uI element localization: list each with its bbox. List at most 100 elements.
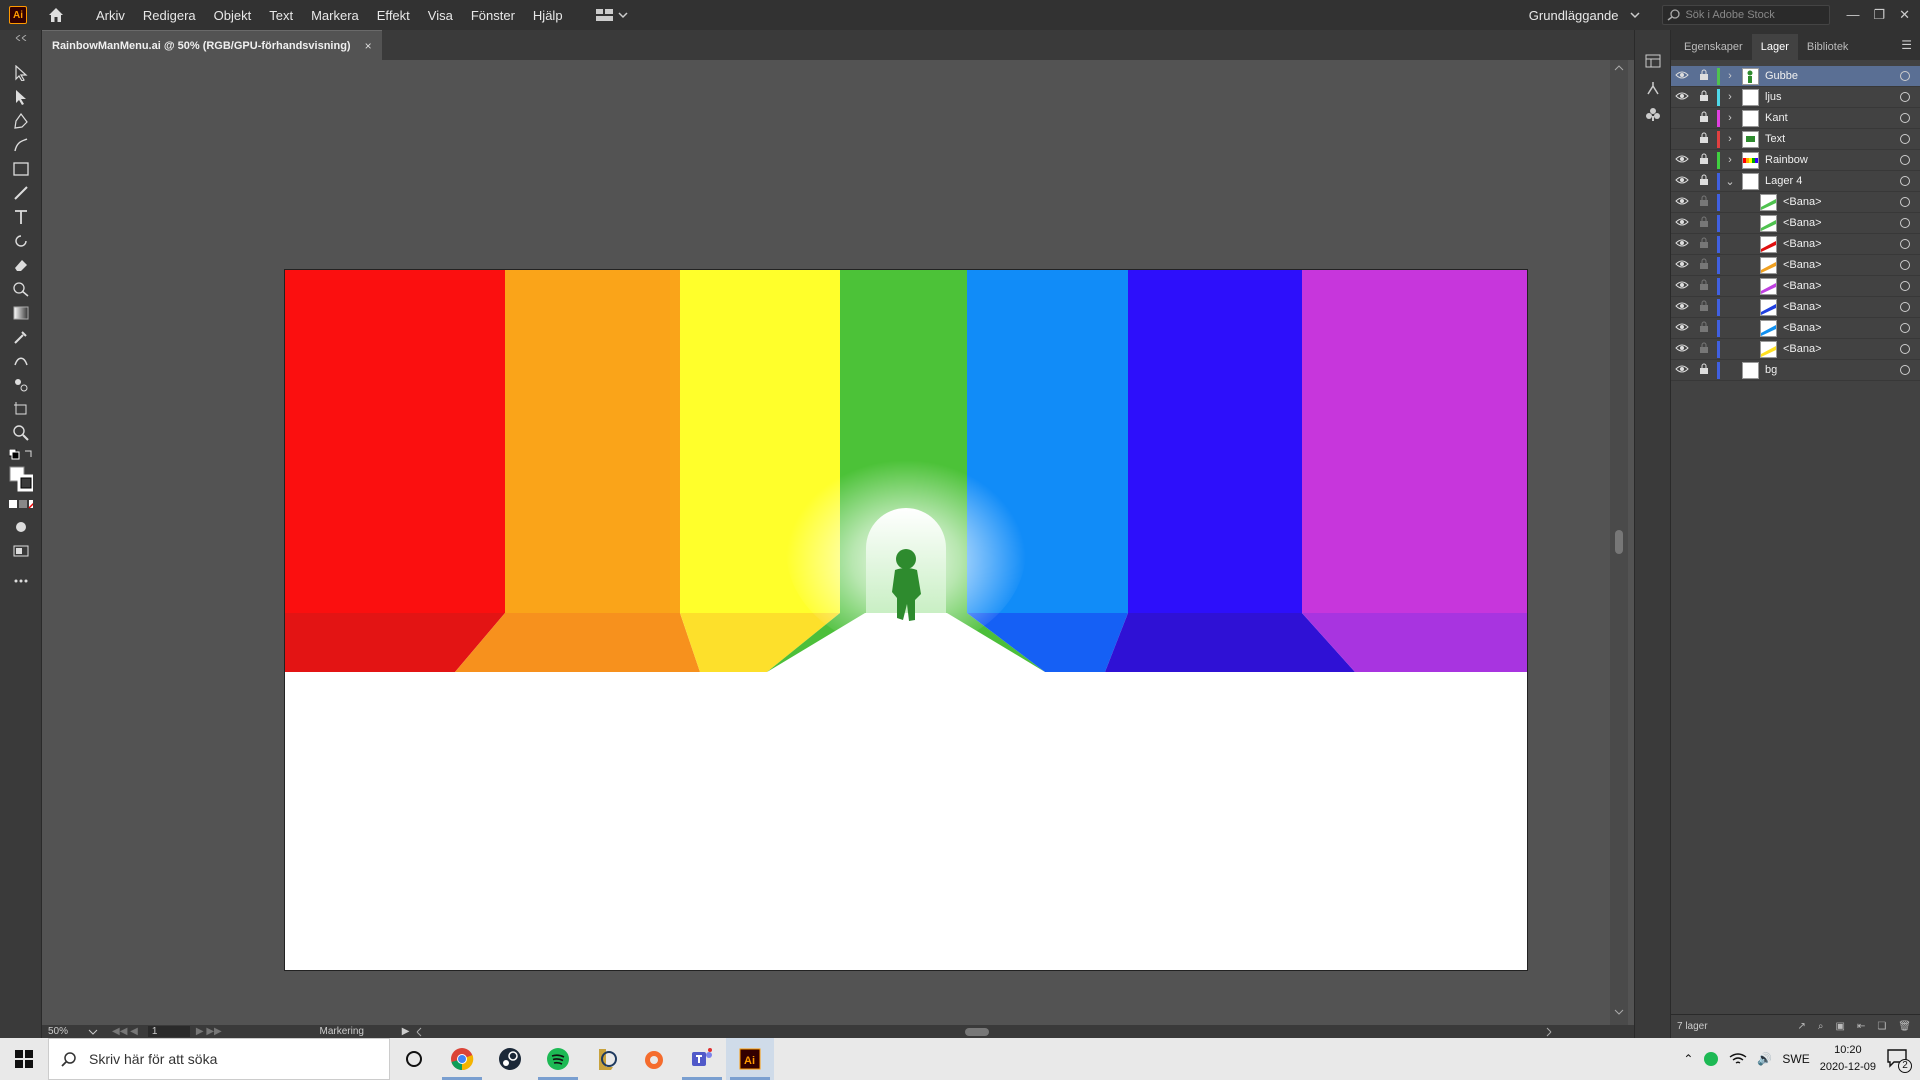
zoom-level[interactable]: 50%: [48, 1026, 88, 1037]
sublayer-name[interactable]: <Bana>: [1783, 301, 1822, 313]
more-tools-icon[interactable]: [9, 570, 33, 592]
workspace-switcher[interactable]: Grundläggande: [1529, 8, 1619, 23]
target-circle-icon[interactable]: [1900, 176, 1910, 186]
lock-icon[interactable]: [1693, 258, 1715, 272]
target-circle-icon[interactable]: [1900, 281, 1910, 291]
visibility-eye-icon[interactable]: [1671, 238, 1693, 251]
layer-row-kant[interactable]: › Kant: [1671, 108, 1920, 129]
new-sublayer-icon[interactable]: ⇤: [1857, 1021, 1865, 1032]
menu-arkiv[interactable]: Arkiv: [87, 8, 134, 23]
layer-row-bg[interactable]: bg: [1671, 360, 1920, 381]
wifi-icon[interactable]: [1729, 1052, 1747, 1066]
type-tool-icon[interactable]: [9, 206, 33, 228]
target-circle-icon[interactable]: [1900, 113, 1910, 123]
blend-tool-icon[interactable]: [9, 350, 33, 372]
selection-tool-icon[interactable]: [9, 62, 33, 84]
tab-lager[interactable]: Lager: [1751, 34, 1798, 60]
spotify-icon[interactable]: [534, 1038, 582, 1080]
chevron-down-icon[interactable]: ⌄: [1720, 175, 1740, 188]
layer-name[interactable]: Gubbe: [1765, 70, 1798, 82]
menu-text[interactable]: Text: [260, 8, 302, 23]
menu-objekt[interactable]: Objekt: [205, 8, 261, 23]
chevron-right-icon[interactable]: ›: [1720, 133, 1740, 145]
close-tab-button[interactable]: ×: [365, 39, 372, 53]
visibility-eye-icon[interactable]: [1671, 364, 1693, 377]
chevron-right-icon[interactable]: ›: [1720, 112, 1740, 124]
layer-name[interactable]: Kant: [1765, 112, 1788, 124]
panel-menu-icon[interactable]: ☰: [1901, 38, 1912, 52]
direct-selection-tool-icon[interactable]: [9, 86, 33, 108]
document-tab[interactable]: RainbowManMenu.ai @ 50% (RGB/GPU-förhand…: [42, 30, 382, 60]
locate-object-icon[interactable]: ⌕: [1818, 1021, 1824, 1032]
teams-icon[interactable]: [678, 1038, 726, 1080]
sublayer-row[interactable]: <Bana>: [1671, 318, 1920, 339]
sublayer-name[interactable]: <Bana>: [1783, 217, 1822, 229]
target-circle-icon[interactable]: [1900, 302, 1910, 312]
artboard[interactable]: [284, 269, 1528, 971]
sublayer-name[interactable]: <Bana>: [1783, 322, 1822, 334]
export-icon[interactable]: ↗: [1797, 1021, 1805, 1032]
toolbar-collapse-icon[interactable]: [9, 34, 33, 42]
layer-row-lager-4[interactable]: ⌄ Lager 4: [1671, 171, 1920, 192]
target-circle-icon[interactable]: [1900, 344, 1910, 354]
artboard-nav-next-icon[interactable]: ▶ ▶▶: [196, 1026, 222, 1037]
chevron-right-icon[interactable]: ›: [1720, 70, 1740, 82]
layer-name[interactable]: ljus: [1765, 91, 1782, 103]
visibility-eye-icon[interactable]: [1671, 343, 1693, 356]
zoom-tool-icon[interactable]: [9, 422, 33, 444]
sublayer-name[interactable]: <Bana>: [1783, 196, 1822, 208]
chevron-right-icon[interactable]: ›: [1720, 91, 1740, 103]
target-circle-icon[interactable]: [1900, 155, 1910, 165]
lock-icon[interactable]: [1693, 363, 1715, 377]
lock-icon[interactable]: [1693, 237, 1715, 251]
artboard-nav-first-icon[interactable]: ◀◀ ◀: [112, 1026, 138, 1037]
target-circle-icon[interactable]: [1900, 71, 1910, 81]
lock-icon[interactable]: [1693, 195, 1715, 209]
layer-name[interactable]: Rainbow: [1765, 154, 1808, 166]
target-circle-icon[interactable]: [1900, 365, 1910, 375]
sublayer-row[interactable]: <Bana>: [1671, 339, 1920, 360]
target-circle-icon[interactable]: [1900, 218, 1910, 228]
canvas-area[interactable]: [42, 60, 1614, 1025]
shape-builder-tool-icon[interactable]: [9, 278, 33, 300]
eraser-tool-icon[interactable]: [9, 254, 33, 276]
color-mode-icons[interactable]: [9, 498, 33, 510]
lock-icon[interactable]: [1693, 153, 1715, 167]
brushes-strip-icon[interactable]: [1645, 80, 1661, 99]
start-button[interactable]: [0, 1038, 48, 1080]
visibility-eye-icon[interactable]: [1671, 154, 1693, 167]
layer-row-rainbow[interactable]: › Rainbow: [1671, 150, 1920, 171]
target-circle-icon[interactable]: [1900, 323, 1910, 333]
sublayer-name[interactable]: <Bana>: [1783, 343, 1822, 355]
tray-chevron-up-icon[interactable]: ⌃: [1683, 1052, 1693, 1066]
visibility-eye-icon[interactable]: [1671, 280, 1693, 293]
sublayer-row[interactable]: <Bana>: [1671, 234, 1920, 255]
lock-icon[interactable]: [1693, 132, 1715, 146]
visibility-eye-icon[interactable]: [1671, 196, 1693, 209]
target-circle-icon[interactable]: [1900, 197, 1910, 207]
menu-redigera[interactable]: Redigera: [134, 8, 205, 23]
target-circle-icon[interactable]: [1900, 260, 1910, 270]
restore-button[interactable]: ❐: [1873, 7, 1885, 23]
sublayer-name[interactable]: <Bana>: [1783, 238, 1822, 250]
layer-row-text[interactable]: › Text: [1671, 129, 1920, 150]
pen-tool-icon[interactable]: [9, 110, 33, 132]
taskbar-search[interactable]: Skriv här för att söka: [48, 1038, 390, 1080]
menu-markera[interactable]: Markera: [302, 8, 368, 23]
gradient-tool-icon[interactable]: [9, 302, 33, 324]
lock-icon[interactable]: [1693, 174, 1715, 188]
volume-icon[interactable]: 🔊: [1757, 1052, 1772, 1066]
target-circle-icon[interactable]: [1900, 134, 1910, 144]
artboard-tool-icon[interactable]: [9, 398, 33, 420]
layer-name[interactable]: Text: [1765, 133, 1785, 145]
cortana-icon[interactable]: [390, 1038, 438, 1080]
sublayer-row[interactable]: <Bana>: [1671, 213, 1920, 234]
rotate-tool-icon[interactable]: [9, 230, 33, 252]
rectangle-tool-icon[interactable]: [9, 158, 33, 180]
tab-egenskaper[interactable]: Egenskaper: [1675, 34, 1752, 60]
fill-stroke-swatch-icon[interactable]: [9, 466, 33, 492]
lock-icon[interactable]: [1693, 342, 1715, 356]
target-circle-icon[interactable]: [1900, 92, 1910, 102]
eyedropper-tool-icon[interactable]: [9, 326, 33, 348]
layer-name[interactable]: Lager 4: [1765, 175, 1802, 187]
